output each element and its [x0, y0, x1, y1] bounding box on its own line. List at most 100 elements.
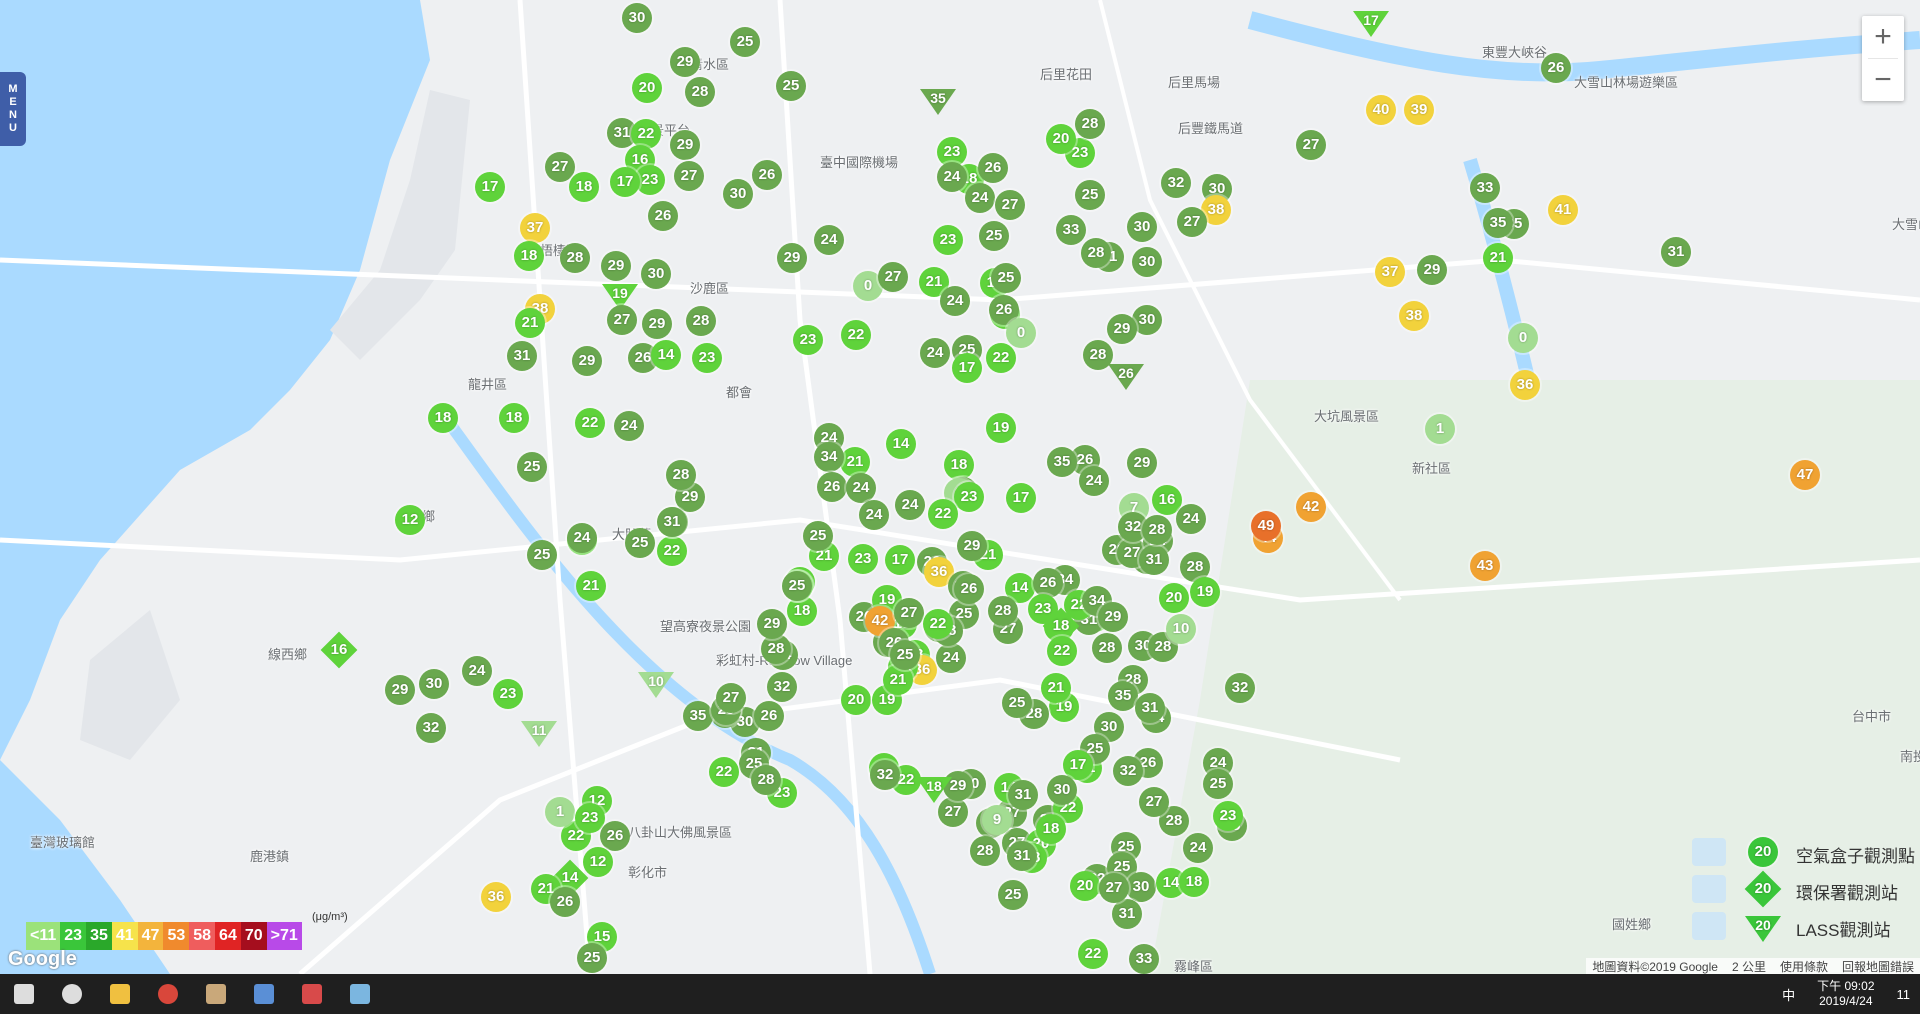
airbox-marker[interactable]: 22 [986, 343, 1016, 373]
airbox-marker[interactable]: 24 [1183, 833, 1213, 863]
airbox-marker[interactable]: 25 [1002, 688, 1032, 718]
airbox-marker[interactable]: 25 [803, 521, 833, 551]
airbox-marker[interactable]: 28 [970, 836, 1000, 866]
airbox-marker[interactable]: 22 [923, 609, 953, 639]
airbox-marker[interactable]: 28 [685, 77, 715, 107]
app-icon[interactable] [240, 974, 288, 1014]
airbox-marker[interactable]: 28 [560, 243, 590, 273]
airbox-marker[interactable]: 41 [1548, 195, 1578, 225]
lass-station-marker[interactable]: 11 [521, 721, 557, 747]
airbox-marker[interactable]: 29 [670, 130, 700, 160]
airbox-marker[interactable]: 28 [1075, 109, 1105, 139]
airbox-marker[interactable]: 1 [545, 797, 575, 827]
airbox-marker[interactable]: 20 [841, 685, 871, 715]
airbox-marker[interactable]: 27 [1296, 130, 1326, 160]
airbox-marker[interactable]: 26 [648, 201, 678, 231]
airbox-marker[interactable]: 27 [1177, 207, 1207, 237]
airbox-marker[interactable]: 25 [625, 528, 655, 558]
zoom-out-button[interactable]: − [1862, 59, 1904, 101]
airbox-marker[interactable]: 32 [1113, 756, 1143, 786]
airbox-marker[interactable]: 28 [686, 306, 716, 336]
airbox-marker[interactable]: 43 [1470, 551, 1500, 581]
airbox-marker[interactable]: 29 [601, 251, 631, 281]
airbox-marker[interactable]: 17 [1006, 483, 1036, 513]
airbox-marker[interactable]: 27 [674, 161, 704, 191]
airbox-marker[interactable]: 26 [752, 160, 782, 190]
notification-count[interactable]: 11 [1897, 987, 1911, 1002]
airbox-marker[interactable]: 22 [709, 757, 739, 787]
airbox-marker[interactable]: 20 [1046, 124, 1076, 154]
airbox-marker[interactable]: 24 [937, 162, 967, 192]
airbox-marker[interactable]: 23 [954, 482, 984, 512]
airbox-marker[interactable]: 30 [1047, 775, 1077, 805]
airbox-marker[interactable]: 36 [1510, 370, 1540, 400]
airbox-marker[interactable]: 36 [481, 882, 511, 912]
airbox-marker[interactable]: 29 [385, 675, 415, 705]
airbox-marker[interactable]: 35 [683, 701, 713, 731]
airbox-marker[interactable]: 40 [1366, 95, 1396, 125]
airbox-marker[interactable]: 28 [1081, 238, 1111, 268]
airbox-marker[interactable]: 24 [1176, 504, 1206, 534]
lass-station-marker[interactable]: 35 [920, 89, 956, 115]
airbox-marker[interactable]: 23 [848, 544, 878, 574]
airbox-marker[interactable]: 14 [651, 340, 681, 370]
airbox-marker[interactable]: 24 [846, 473, 876, 503]
app-icon[interactable] [336, 974, 384, 1014]
airbox-marker[interactable]: 29 [957, 531, 987, 561]
airbox-marker[interactable]: 29 [642, 309, 672, 339]
airbox-marker[interactable]: 29 [757, 609, 787, 639]
airbox-marker[interactable]: 39 [1404, 95, 1434, 125]
airbox-marker[interactable]: 22 [1078, 939, 1108, 969]
airbox-marker[interactable]: 49 [1251, 511, 1281, 541]
airbox-marker[interactable]: 21 [840, 447, 870, 477]
airbox-marker[interactable]: 21 [1041, 673, 1071, 703]
airbox-marker[interactable]: 28 [1142, 515, 1172, 545]
airbox-marker[interactable]: 18 [787, 596, 817, 626]
airbox-marker[interactable]: 14 [886, 429, 916, 459]
app-icon[interactable] [192, 974, 240, 1014]
airbox-marker[interactable]: 18 [428, 403, 458, 433]
airbox-marker[interactable]: 26 [978, 153, 1008, 183]
airbox-marker[interactable]: 26 [954, 574, 984, 604]
airbox-marker[interactable]: 32 [870, 760, 900, 790]
airbox-marker[interactable]: 27 [1099, 873, 1129, 903]
airbox-marker[interactable]: 24 [920, 338, 950, 368]
epa-station-marker[interactable]: 16 [320, 631, 358, 669]
airbox-marker[interactable]: 26 [754, 701, 784, 731]
airbox-marker[interactable]: 24 [895, 490, 925, 520]
airbox-marker[interactable]: 12 [395, 505, 425, 535]
airbox-marker[interactable]: 32 [1225, 673, 1255, 703]
search-icon[interactable] [48, 974, 96, 1014]
airbox-marker[interactable]: 1 [1425, 414, 1455, 444]
airbox-marker[interactable]: 24 [936, 643, 966, 673]
airbox-marker[interactable]: 30 [723, 179, 753, 209]
airbox-marker[interactable]: 30 [1126, 872, 1156, 902]
airbox-marker[interactable]: 28 [666, 460, 696, 490]
chrome-icon[interactable] [144, 974, 192, 1014]
airbox-marker[interactable]: 31 [1008, 780, 1038, 810]
clock[interactable]: 下午 09:02 2019/4/24 [1817, 979, 1874, 1009]
airbox-marker[interactable]: 35 [1047, 447, 1077, 477]
airbox-marker[interactable]: 25 [979, 221, 1009, 251]
airbox-marker[interactable]: 31 [1661, 237, 1691, 267]
airbox-marker[interactable]: 27 [878, 262, 908, 292]
airbox-marker[interactable]: 33 [1056, 215, 1086, 245]
airbox-marker[interactable]: 27 [894, 598, 924, 628]
airbox-marker[interactable]: 23 [493, 679, 523, 709]
airbox-marker[interactable]: 30 [641, 259, 671, 289]
airbox-marker[interactable]: 32 [767, 672, 797, 702]
airbox-marker[interactable]: 0 [1006, 318, 1036, 348]
airbox-marker[interactable]: 18 [514, 241, 544, 271]
airbox-marker[interactable]: 31 [1139, 545, 1169, 575]
file-explorer-icon[interactable] [96, 974, 144, 1014]
airbox-marker[interactable]: 25 [782, 571, 812, 601]
airbox-marker[interactable]: 17 [885, 545, 915, 575]
airbox-marker[interactable]: 26 [1541, 53, 1571, 83]
airbox-marker[interactable]: 35 [1483, 208, 1513, 238]
airbox-marker[interactable]: 31 [657, 507, 687, 537]
zoom-in-button[interactable]: + [1862, 16, 1904, 58]
airbox-marker[interactable]: 29 [1107, 314, 1137, 344]
airbox-marker[interactable]: 34 [814, 442, 844, 472]
airbox-marker[interactable]: 21 [1483, 243, 1513, 273]
airbox-marker[interactable]: 28 [1092, 633, 1122, 663]
